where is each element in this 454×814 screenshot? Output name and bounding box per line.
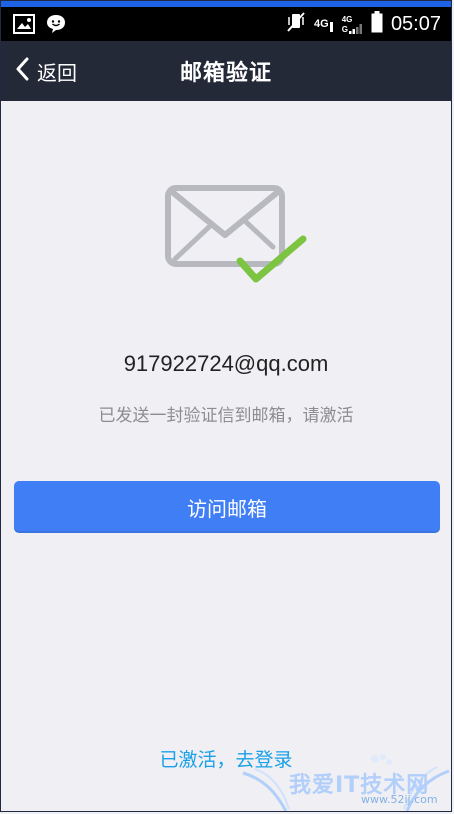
status-bar: 4G 4G G 05:07 xyxy=(1,7,451,41)
mail-sent-illustration xyxy=(165,185,307,291)
network-type-label: 4G xyxy=(314,18,329,30)
visit-mailbox-button[interactable]: 访问邮箱 xyxy=(14,481,440,533)
vibrate-muted-icon xyxy=(286,11,306,37)
page-title: 邮箱验证 xyxy=(179,61,272,86)
activation-hint: 已发送一封验证信到邮箱，请激活 xyxy=(98,406,354,426)
phone-screen: 4G 4G G 05:07 返回 邮箱验证 917922724@qq.com 已… xyxy=(0,0,452,812)
signal-4g-icon: 4G xyxy=(314,16,334,32)
nav-bar: 返回 邮箱验证 xyxy=(1,41,451,101)
go-login-link[interactable]: 已激活，去登录 xyxy=(1,745,451,772)
status-left-icons xyxy=(13,13,67,39)
signal-4g-2-icon: 4G G xyxy=(342,15,363,34)
network-type-label-2: 4G xyxy=(341,14,353,24)
watermark-url: www.52ij.com xyxy=(361,793,438,806)
status-time: 05:07 xyxy=(390,13,441,35)
email-address: 917922724@qq.com xyxy=(123,351,329,376)
status-right-icons: 4G 4G G 05:07 xyxy=(286,10,441,38)
envelope-icon xyxy=(165,185,285,267)
battery-icon xyxy=(371,11,383,37)
gallery-icon xyxy=(13,14,35,38)
chat-bubble-icon xyxy=(45,13,67,39)
network-type-label-3: G xyxy=(341,24,348,34)
